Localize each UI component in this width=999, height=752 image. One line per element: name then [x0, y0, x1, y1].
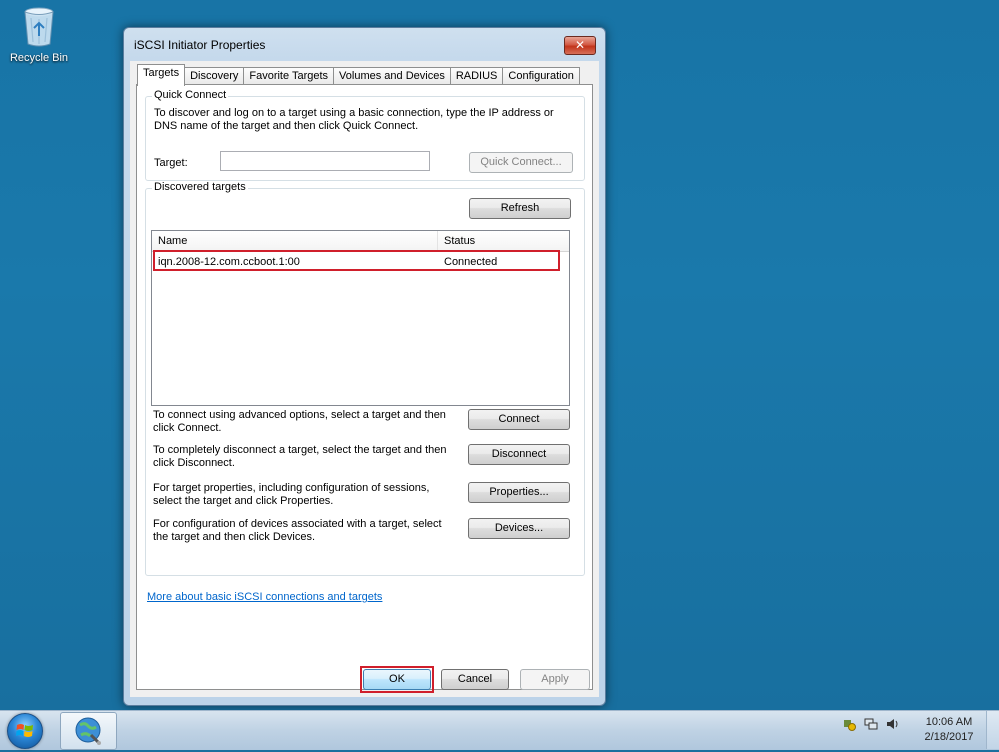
volume-icon[interactable] — [886, 717, 900, 731]
properties-description: For target properties, including configu… — [153, 482, 430, 507]
quick-connect-group: Quick Connect To discover and log on to … — [145, 89, 585, 181]
dialog-client: Targets Discovery Favorite Targets Volum… — [130, 61, 599, 697]
help-link[interactable]: More about basic iSCSI connections and t… — [147, 591, 382, 603]
recycle-bin-label: Recycle Bin — [9, 52, 69, 64]
column-header-name[interactable]: Name — [152, 231, 438, 251]
connect-button[interactable]: Connect — [468, 409, 570, 430]
globe-icon — [75, 717, 101, 745]
title-bar[interactable]: iSCSI Initiator Properties ✕ — [124, 28, 605, 60]
column-header-status[interactable]: Status — [438, 231, 569, 251]
system-tray — [842, 717, 900, 731]
properties-button[interactable]: Properties... — [468, 482, 570, 503]
recycle-bin-icon — [23, 6, 55, 48]
targets-tab-panel: Quick Connect To discover and log on to … — [136, 84, 593, 690]
apply-button[interactable]: Apply — [520, 669, 590, 690]
taskbar: 10:06 AM 2/18/2017 — [0, 710, 999, 750]
show-desktop-button[interactable] — [986, 711, 999, 749]
list-header: Name Status — [152, 231, 569, 252]
devices-button[interactable]: Devices... — [468, 518, 570, 539]
taskbar-iscsi-item[interactable] — [60, 712, 117, 750]
connect-description: To connect using advanced options, selec… — [153, 409, 446, 434]
disconnect-description: To completely disconnect a target, selec… — [153, 444, 447, 469]
windows-logo-icon — [7, 713, 43, 749]
close-button[interactable]: ✕ — [564, 36, 596, 55]
network-warning-icon[interactable] — [842, 717, 856, 731]
devices-description: For configuration of devices associated … — [153, 518, 442, 543]
target-row-highlight — [153, 250, 560, 271]
quick-connect-button[interactable]: Quick Connect... — [469, 152, 573, 173]
window-title: iSCSI Initiator Properties — [134, 38, 266, 52]
disconnect-button[interactable]: Disconnect — [468, 444, 570, 465]
recycle-bin-shortcut[interactable]: Recycle Bin — [4, 6, 74, 64]
quick-connect-group-label: Quick Connect — [152, 89, 229, 101]
close-icon: ✕ — [574, 38, 586, 52]
quick-connect-description: To discover and log on to a target using… — [154, 107, 554, 132]
clock-time: 10:06 AM — [925, 716, 973, 728]
cancel-button[interactable]: Cancel — [441, 669, 509, 690]
network-icon[interactable] — [864, 717, 878, 731]
discovered-targets-group-label: Discovered targets — [152, 181, 248, 193]
iscsi-properties-window: iSCSI Initiator Properties ✕ Targets Dis… — [123, 27, 606, 706]
clock-date: 2/18/2017 — [924, 731, 974, 743]
target-input[interactable] — [220, 151, 430, 171]
start-button[interactable] — [4, 711, 44, 749]
refresh-button[interactable]: Refresh — [469, 198, 571, 219]
ok-button[interactable]: OK — [363, 669, 431, 690]
tab-strip: Targets Discovery Favorite Targets Volum… — [137, 64, 580, 86]
target-label: Target: — [154, 157, 188, 169]
clock[interactable]: 10:06 AM 2/18/2017 — [918, 715, 980, 745]
tab-targets[interactable]: Targets — [137, 64, 186, 86]
